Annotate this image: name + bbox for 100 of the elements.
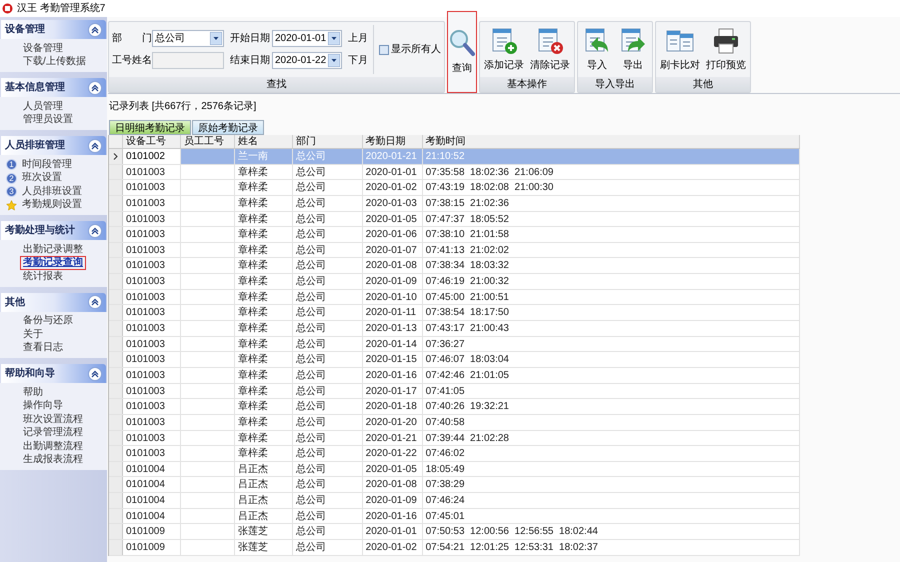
group-label: 基本操作 [480,77,574,92]
row-selector[interactable] [109,149,123,164]
table-cell: 2020-01-14 [362,336,423,352]
sidebar-link[interactable]: 管理员设置 [23,114,73,126]
section-title: 帮助和向导 [5,366,55,381]
department-dropdown[interactable]: 总公司 [152,30,224,47]
table-cell: 07:46:02 [422,446,800,461]
sidebar-link[interactable]: 班次设置流程 [23,414,83,426]
collapse-icon[interactable] [88,295,102,309]
column-header[interactable]: 考勤日期 [362,135,423,148]
query-button[interactable]: 查询 [447,11,477,93]
collapse-icon[interactable] [88,224,102,238]
table-cell: 张莲芝 [234,524,293,540]
table-cell: 07:38:10 21:01:58 [422,227,800,242]
table-cell: 07:46:24 [422,493,800,508]
column-header[interactable]: 姓名 [234,135,293,148]
section-title: 设备管理 [5,22,45,37]
table-cell: 章梓柔 [234,274,293,289]
table-cell: 总公司 [292,508,363,524]
collapse-icon[interactable] [88,366,102,380]
sidebar-link[interactable]: 设备管理 [23,42,63,55]
table-cell: 0101004 [122,493,181,508]
sidebar-link[interactable]: 查看日志 [23,342,63,354]
toolbar-button[interactable]: 导出 [616,26,650,73]
field-label: 结束日期 [230,54,270,68]
sidebar-link[interactable]: 出勤调整流程 [23,440,83,453]
toolbar-button[interactable]: 添加记录 [482,26,526,73]
start-date-picker[interactable]: 2020-01-01 [272,30,342,47]
table-cell: 2020-01-09 [362,274,423,289]
table-cell: 2020-01-10 [362,290,423,304]
table-cell: 总公司 [292,384,363,398]
next-month-link[interactable]: 下月 [348,53,368,68]
table-cell: 章梓柔 [234,414,293,430]
table-cell: 0101003 [122,414,181,430]
table-cell: 总公司 [292,290,363,304]
number-badge: 2 [6,172,17,184]
tab[interactable]: 日明细考勤记录 [109,120,191,135]
toolbar-button[interactable]: 导入 [580,26,614,73]
sidebar-link[interactable]: 考勤记录查询 [21,257,85,270]
table-cell: 07:45:01 [422,508,800,524]
sidebar-link[interactable]: 人员管理 [23,100,63,113]
table-cell: 07:46:07 18:03:04 [422,352,800,367]
collapse-icon[interactable] [88,22,102,36]
sidebar-link[interactable]: 生成报表流程 [23,454,83,466]
toolbar-button[interactable]: 刷卡比对 [658,26,702,73]
sidebar-link[interactable]: 下载/上传数据 [23,56,86,68]
table-cell: 2020-01-16 [362,368,423,383]
table-cell: 0101003 [122,180,181,195]
checkbox[interactable] [379,44,389,54]
table-cell: 0101003 [122,305,181,320]
table-cell: 2020-01-09 [362,493,423,508]
id-name-field[interactable] [152,52,224,69]
table-cell: 章梓柔 [234,242,293,258]
tab[interactable]: 原始考勤记录 [192,120,264,135]
sidebar-section-header[interactable]: 考勤处理与统计 [1,221,106,240]
previous-month-link[interactable]: 上月 [348,31,368,46]
sidebar-link[interactable]: 备份与还原 [23,315,73,328]
table-cell: 章梓柔 [234,430,293,446]
column-header[interactable]: 设备工号 [122,135,181,148]
table-cell: 2020-01-16 [362,508,423,524]
sidebar-link[interactable]: 考勤规则设置 [22,199,82,212]
end-date-picker[interactable]: 2020-01-22 [272,52,342,69]
toolbar-button[interactable]: 打印预览 [704,26,748,73]
sidebar-link[interactable]: 帮助 [23,386,43,399]
column-header[interactable]: 员工工号 [180,135,235,148]
table-cell: 07:35:58 18:02:36 21:06:09 [422,164,800,180]
collapse-icon[interactable] [88,80,102,94]
column-header[interactable]: 考勤时间 [422,135,800,148]
table-cell: 总公司 [292,446,363,461]
sidebar-link[interactable]: 关于 [23,328,43,341]
table-cell: 总公司 [292,477,363,492]
table-cell: 18:05:49 [422,462,800,476]
table-cell: 07:42:46 21:01:05 [422,368,800,383]
sidebar-section-header[interactable]: 基本信息管理 [1,78,106,97]
sidebar-link[interactable]: 操作向导 [23,400,63,412]
toolbar-button[interactable]: 清除记录 [528,26,572,73]
table-cell: 07:40:26 19:32:21 [422,399,800,414]
table-cell: 07:45:00 21:00:51 [422,290,800,304]
sidebar-link[interactable]: 出勤记录调整 [23,244,83,256]
checkbox-label: 显示所有人 [391,42,441,57]
collapse-icon[interactable] [88,138,102,152]
table-cell: 2020-01-22 [362,446,423,461]
sidebar-link[interactable]: 人员排班设置 [22,186,82,198]
sidebar-link[interactable]: 时间段管理 [22,158,72,171]
sidebar-section-header[interactable]: 帮助和向导 [1,364,106,383]
table-cell: 0101003 [122,384,181,398]
sidebar-link[interactable]: 记录管理流程 [23,427,83,440]
sidebar-section-header[interactable]: 设备管理 [1,20,106,39]
sidebar-link[interactable]: 班次设置 [22,172,62,184]
table-cell: 总公司 [292,414,363,430]
column-header[interactable]: 部门 [292,135,363,148]
table-cell: 0101003 [122,446,181,461]
table-cell: 07:38:54 18:17:50 [422,305,800,320]
table-cell: 0101003 [122,227,181,242]
table-cell: 章梓柔 [234,180,293,195]
sidebar-section-header[interactable]: 其他 [1,292,106,312]
sidebar-link[interactable]: 统计报表 [23,270,63,283]
sidebar-section-header[interactable]: 人员排班管理 [1,136,106,155]
table-cell: 2020-01-06 [362,227,423,242]
table-cell: 07:41:05 [422,384,800,398]
